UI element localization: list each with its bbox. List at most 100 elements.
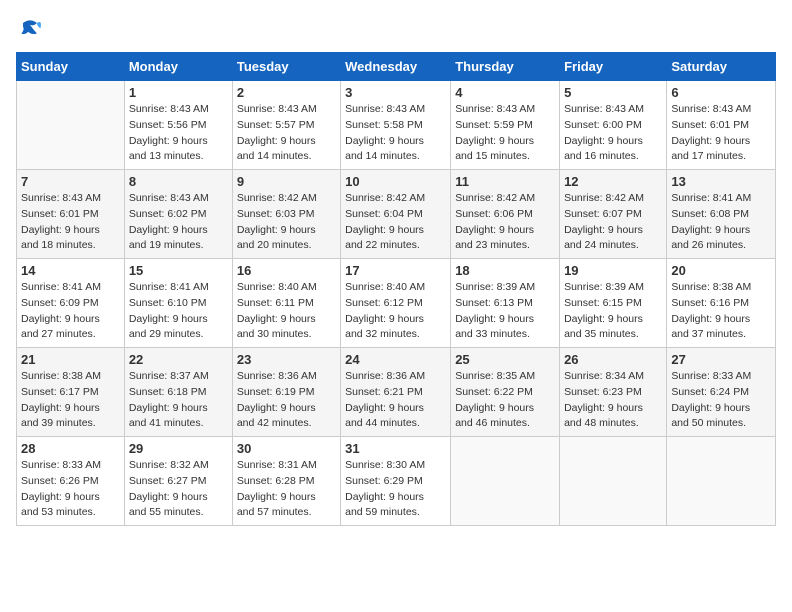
- weekday-header-saturday: Saturday: [667, 53, 776, 81]
- calendar-cell: 28Sunrise: 8:33 AM Sunset: 6:26 PM Dayli…: [17, 437, 125, 526]
- day-info: Sunrise: 8:41 AM Sunset: 6:09 PM Dayligh…: [21, 280, 120, 343]
- day-info: Sunrise: 8:43 AM Sunset: 6:02 PM Dayligh…: [129, 191, 228, 254]
- day-number: 17: [345, 263, 446, 278]
- calendar-cell: 17 Sunrise: 8:40 AM Sunset: 6:12 PM Dayli…: [341, 259, 451, 348]
- calendar-cell: 30Sunrise: 8:31 AM Sunset: 6:28 PM Dayli…: [232, 437, 340, 526]
- day-info: Sunrise: 8:39 AM Sunset: 6:13 PM Dayligh…: [455, 280, 555, 343]
- calendar-cell: 12 Sunrise: 8:42 AM Sunset: 6:07 PM Dayli…: [560, 170, 667, 259]
- calendar-cell: 31 Sunrise: 8:30 AM Sunset: 6:29 PM Dayli…: [341, 437, 451, 526]
- day-info: Sunrise: 8:42 AM Sunset: 6:07 PM Dayligh…: [564, 191, 662, 254]
- day-number: 26: [564, 352, 662, 367]
- day-number: 12: [564, 174, 662, 189]
- calendar-cell: 3Sunrise: 8:43 AM Sunset: 5:58 PM Daylig…: [341, 81, 451, 170]
- day-info: Sunrise: 8:41 AM Sunset: 6:10 PM Dayligh…: [129, 280, 228, 343]
- day-info: Sunrise: 8:38 AM Sunset: 6:16 PM Dayligh…: [671, 280, 771, 343]
- calendar-cell: 14 Sunrise: 8:41 AM Sunset: 6:09 PM Dayli…: [17, 259, 125, 348]
- day-info: Sunrise: 8:31 AM Sunset: 6:28 PM Dayligh…: [237, 458, 336, 521]
- day-number: 14: [21, 263, 120, 278]
- day-number: 6: [671, 85, 771, 100]
- day-number: 21: [21, 352, 120, 367]
- day-number: 5: [564, 85, 662, 100]
- calendar-cell: 22 Sunrise: 8:37 AM Sunset: 6:18 PM Dayli…: [124, 348, 232, 437]
- day-info: Sunrise: 8:33 AM Sunset: 6:24 PM Dayligh…: [671, 369, 771, 432]
- calendar-cell: 1 Sunrise: 8:43 AM Sunset: 5:56 PM Daylig…: [124, 81, 232, 170]
- calendar-week-row: 14 Sunrise: 8:41 AM Sunset: 6:09 PM Dayli…: [17, 259, 776, 348]
- day-info: Sunrise: 8:30 AM Sunset: 6:29 PM Dayligh…: [345, 458, 446, 521]
- day-info: Sunrise: 8:43 AM Sunset: 5:57 PM Dayligh…: [237, 102, 336, 165]
- day-number: 1: [129, 85, 228, 100]
- calendar-week-row: 21 Sunrise: 8:38 AM Sunset: 6:17 PM Dayli…: [17, 348, 776, 437]
- day-number: 29: [129, 441, 228, 456]
- day-number: 16: [237, 263, 336, 278]
- day-info: Sunrise: 8:43 AM Sunset: 5:56 PM Dayligh…: [129, 102, 228, 165]
- weekday-header-monday: Monday: [124, 53, 232, 81]
- calendar-cell: 19 Sunrise: 8:39 AM Sunset: 6:15 PM Dayli…: [560, 259, 667, 348]
- day-info: Sunrise: 8:43 AM Sunset: 6:00 PM Dayligh…: [564, 102, 662, 165]
- calendar-cell: [17, 81, 125, 170]
- weekday-header-sunday: Sunday: [17, 53, 125, 81]
- day-info: Sunrise: 8:33 AM Sunset: 6:26 PM Dayligh…: [21, 458, 120, 521]
- calendar-cell: 25Sunrise: 8:35 AM Sunset: 6:22 PM Dayli…: [451, 348, 560, 437]
- day-number: 9: [237, 174, 336, 189]
- day-info: Sunrise: 8:41 AM Sunset: 6:08 PM Dayligh…: [671, 191, 771, 254]
- day-number: 24: [345, 352, 446, 367]
- calendar-week-row: 7 Sunrise: 8:43 AM Sunset: 6:01 PM Daylig…: [17, 170, 776, 259]
- calendar-cell: 8Sunrise: 8:43 AM Sunset: 6:02 PM Daylig…: [124, 170, 232, 259]
- day-number: 15: [129, 263, 228, 278]
- day-number: 31: [345, 441, 446, 456]
- day-info: Sunrise: 8:43 AM Sunset: 5:59 PM Dayligh…: [455, 102, 555, 165]
- calendar-cell: 24 Sunrise: 8:36 AM Sunset: 6:21 PM Dayli…: [341, 348, 451, 437]
- calendar-cell: 2Sunrise: 8:43 AM Sunset: 5:57 PM Daylig…: [232, 81, 340, 170]
- day-info: Sunrise: 8:38 AM Sunset: 6:17 PM Dayligh…: [21, 369, 120, 432]
- calendar-cell: 20 Sunrise: 8:38 AM Sunset: 6:16 PM Dayli…: [667, 259, 776, 348]
- day-number: 7: [21, 174, 120, 189]
- day-info: Sunrise: 8:42 AM Sunset: 6:04 PM Dayligh…: [345, 191, 446, 254]
- logo: [16, 16, 48, 44]
- day-number: 20: [671, 263, 771, 278]
- day-info: Sunrise: 8:43 AM Sunset: 6:01 PM Dayligh…: [671, 102, 771, 165]
- weekday-header-friday: Friday: [560, 53, 667, 81]
- calendar-week-row: 28Sunrise: 8:33 AM Sunset: 6:26 PM Dayli…: [17, 437, 776, 526]
- day-number: 13: [671, 174, 771, 189]
- day-info: Sunrise: 8:39 AM Sunset: 6:15 PM Dayligh…: [564, 280, 662, 343]
- logo-bird-icon: [16, 16, 44, 44]
- day-number: 18: [455, 263, 555, 278]
- day-number: 27: [671, 352, 771, 367]
- day-info: Sunrise: 8:36 AM Sunset: 6:19 PM Dayligh…: [237, 369, 336, 432]
- day-number: 19: [564, 263, 662, 278]
- page-header: [16, 16, 776, 44]
- day-number: 3: [345, 85, 446, 100]
- calendar-cell: 15 Sunrise: 8:41 AM Sunset: 6:10 PM Dayli…: [124, 259, 232, 348]
- day-info: Sunrise: 8:37 AM Sunset: 6:18 PM Dayligh…: [129, 369, 228, 432]
- calendar-cell: 4Sunrise: 8:43 AM Sunset: 5:59 PM Daylig…: [451, 81, 560, 170]
- calendar-cell: 5 Sunrise: 8:43 AM Sunset: 6:00 PM Daylig…: [560, 81, 667, 170]
- calendar-table: SundayMondayTuesdayWednesdayThursdayFrid…: [16, 52, 776, 526]
- day-number: 23: [237, 352, 336, 367]
- day-info: Sunrise: 8:42 AM Sunset: 6:06 PM Dayligh…: [455, 191, 555, 254]
- calendar-cell: 10 Sunrise: 8:42 AM Sunset: 6:04 PM Dayli…: [341, 170, 451, 259]
- day-info: Sunrise: 8:36 AM Sunset: 6:21 PM Dayligh…: [345, 369, 446, 432]
- calendar-cell: 26 Sunrise: 8:34 AM Sunset: 6:23 PM Dayli…: [560, 348, 667, 437]
- day-info: Sunrise: 8:43 AM Sunset: 6:01 PM Dayligh…: [21, 191, 120, 254]
- calendar-cell: 23 Sunrise: 8:36 AM Sunset: 6:19 PM Dayli…: [232, 348, 340, 437]
- calendar-cell: [560, 437, 667, 526]
- day-info: Sunrise: 8:32 AM Sunset: 6:27 PM Dayligh…: [129, 458, 228, 521]
- weekday-header-tuesday: Tuesday: [232, 53, 340, 81]
- weekday-header-thursday: Thursday: [451, 53, 560, 81]
- calendar-cell: 29 Sunrise: 8:32 AM Sunset: 6:27 PM Dayli…: [124, 437, 232, 526]
- day-number: 22: [129, 352, 228, 367]
- calendar-cell: 18 Sunrise: 8:39 AM Sunset: 6:13 PM Dayli…: [451, 259, 560, 348]
- weekday-header-wednesday: Wednesday: [341, 53, 451, 81]
- calendar-week-row: 1 Sunrise: 8:43 AM Sunset: 5:56 PM Daylig…: [17, 81, 776, 170]
- calendar-cell: 7 Sunrise: 8:43 AM Sunset: 6:01 PM Daylig…: [17, 170, 125, 259]
- day-number: 10: [345, 174, 446, 189]
- calendar-cell: 6 Sunrise: 8:43 AM Sunset: 6:01 PM Daylig…: [667, 81, 776, 170]
- day-info: Sunrise: 8:40 AM Sunset: 6:12 PM Dayligh…: [345, 280, 446, 343]
- calendar-cell: 27 Sunrise: 8:33 AM Sunset: 6:24 PM Dayli…: [667, 348, 776, 437]
- calendar-cell: 21 Sunrise: 8:38 AM Sunset: 6:17 PM Dayli…: [17, 348, 125, 437]
- day-info: Sunrise: 8:34 AM Sunset: 6:23 PM Dayligh…: [564, 369, 662, 432]
- calendar-cell: 9Sunrise: 8:42 AM Sunset: 6:03 PM Daylig…: [232, 170, 340, 259]
- day-info: Sunrise: 8:40 AM Sunset: 6:11 PM Dayligh…: [237, 280, 336, 343]
- weekday-header-row: SundayMondayTuesdayWednesdayThursdayFrid…: [17, 53, 776, 81]
- calendar-cell: 13 Sunrise: 8:41 AM Sunset: 6:08 PM Dayli…: [667, 170, 776, 259]
